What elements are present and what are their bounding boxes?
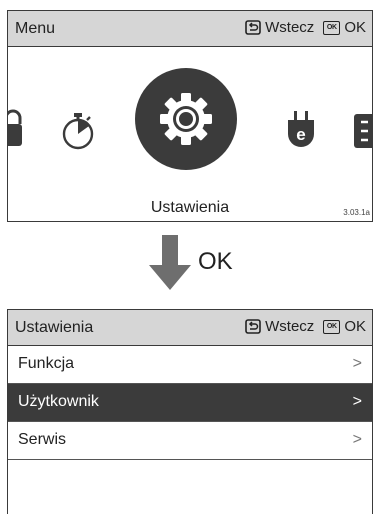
arrow-down-icon [149, 235, 191, 290]
list-item-label: Serwis [18, 431, 67, 448]
settings-list: Funkcja > Użytkownik > Serwis > [8, 346, 372, 460]
menu-screen: Menu Wstecz OK OK e Ustawienia 3.03.1a [7, 10, 373, 222]
transition-label: OK [198, 248, 233, 275]
next-menu-icon[interactable] [354, 114, 372, 148]
ok-label[interactable]: OK [344, 318, 366, 335]
list-item-label: Funkcja [18, 355, 75, 372]
back-label[interactable]: Wstecz [265, 318, 314, 335]
gear-icon [160, 93, 212, 145]
back-label[interactable]: Wstecz [265, 19, 314, 36]
list-item-label: Użytkownik [18, 393, 99, 410]
firmware-version: 3.03.1a [343, 208, 370, 217]
list-item-serwis[interactable]: Serwis > [8, 422, 372, 460]
settings-screen: Ustawienia Wstecz OK OK Funkcja > Użytko… [7, 309, 373, 514]
chevron-right-icon: > [352, 355, 362, 372]
carousel-selected-label: Ustawienia [150, 199, 230, 216]
ok-label[interactable]: OK [344, 19, 366, 36]
lock-icon[interactable] [8, 108, 24, 148]
settings-title: Ustawienia [15, 319, 94, 336]
settings-menu-item[interactable] [135, 68, 237, 170]
energy-plug-icon[interactable]: e [286, 110, 316, 150]
chevron-right-icon: > [352, 393, 362, 410]
menu-carousel[interactable]: e Ustawienia 3.03.1a [8, 48, 372, 222]
transition: OK [0, 232, 373, 297]
ok-key-icon[interactable]: OK [323, 319, 341, 334]
menu-header-actions: Wstecz OK OK [245, 19, 366, 36]
back-icon[interactable] [245, 20, 261, 35]
stopwatch-icon[interactable] [61, 112, 95, 150]
back-icon[interactable] [245, 319, 261, 334]
ok-key-icon[interactable]: OK [323, 20, 341, 35]
list-item-uzytkownik[interactable]: Użytkownik > [8, 384, 372, 422]
settings-header: Ustawienia Wstecz OK OK [8, 310, 372, 346]
chevron-right-icon: > [352, 431, 362, 448]
menu-header: Menu Wstecz OK OK [8, 11, 372, 47]
list-item-funkcja[interactable]: Funkcja > [8, 346, 372, 384]
menu-title: Menu [15, 20, 56, 37]
svg-text:e: e [296, 125, 305, 144]
settings-header-actions: Wstecz OK OK [245, 318, 366, 335]
